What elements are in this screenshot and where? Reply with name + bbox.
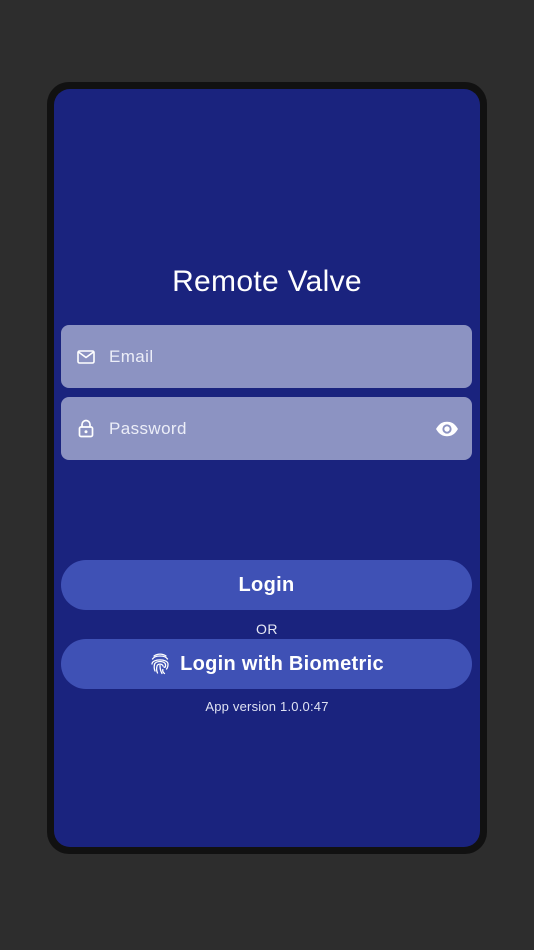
app-title: Remote Valve <box>172 265 362 298</box>
lock-icon <box>76 419 96 439</box>
password-placeholder: Password <box>109 418 187 438</box>
login-button[interactable]: Login <box>61 560 472 610</box>
eye-icon[interactable] <box>434 416 460 442</box>
email-field[interactable]: Email <box>61 325 472 388</box>
login-button-label: Login <box>238 573 295 596</box>
or-separator: OR <box>256 621 278 637</box>
mail-icon <box>76 347 96 367</box>
login-screen: Remote Valve Email Password Login OR Log… <box>54 89 480 847</box>
biometric-login-button[interactable]: Login with Biometric <box>61 639 472 689</box>
device-frame: Remote Valve Email Password Login OR Log… <box>47 82 487 854</box>
password-field[interactable]: Password <box>61 397 472 460</box>
app-version: App version 1.0.0:47 <box>205 699 329 714</box>
email-placeholder: Email <box>109 346 154 366</box>
biometric-login-label: Login with Biometric <box>180 652 384 675</box>
fingerprint-icon <box>149 653 171 675</box>
